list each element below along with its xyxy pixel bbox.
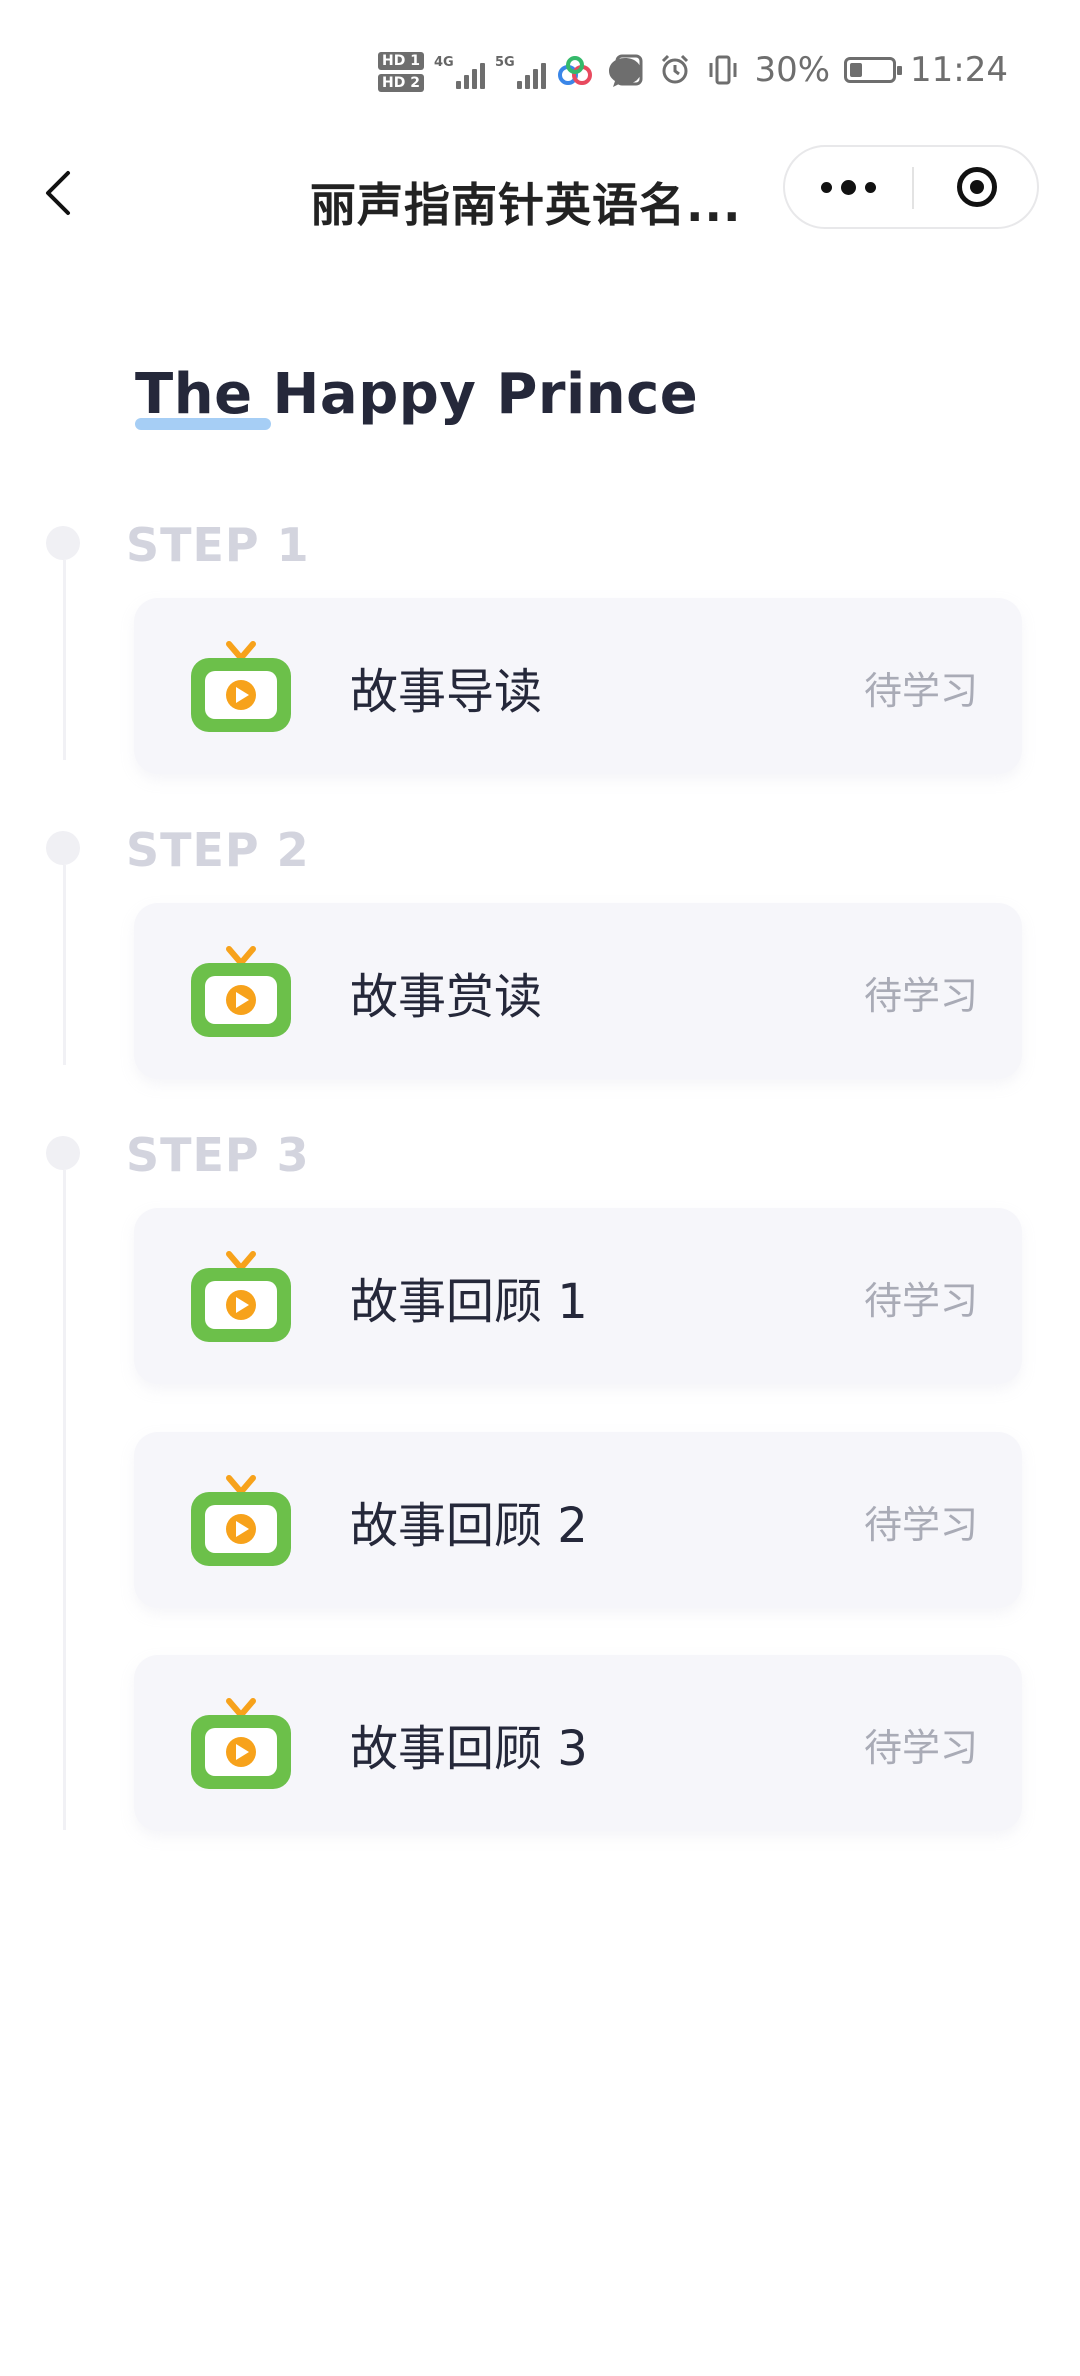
lesson-status: 待学习 — [863, 1503, 978, 1547]
signal-4g-icon: 4G — [434, 55, 485, 89]
back-chevron-icon — [46, 171, 70, 215]
close-button[interactable] — [915, 147, 1039, 227]
mini-program-capsule — [783, 145, 1039, 229]
vibrate-icon — [709, 55, 737, 85]
lesson-title: 故事回顾 2 — [350, 1498, 588, 1554]
lesson-title: 故事赏读 — [350, 969, 543, 1025]
status-left-icons: HD 1 HD 2 4G 5G — [378, 52, 644, 92]
lesson-title: 故事回顾 3 — [350, 1721, 588, 1777]
more-button[interactable] — [785, 147, 911, 227]
video-tv-icon — [191, 1698, 291, 1789]
lesson-card[interactable]: 故事赏读 待学习 — [134, 903, 1022, 1079]
capsule-divider — [912, 167, 914, 209]
lesson-card[interactable]: 故事回顾 3 待学习 — [134, 1655, 1022, 1831]
network-5g-label: 5G — [494, 55, 515, 70]
step-label: STEP 3 — [126, 1128, 310, 1182]
alarm-icon — [662, 54, 689, 84]
network-4g-label: 4G — [433, 55, 454, 70]
back-button[interactable] — [30, 163, 90, 223]
battery-icon — [844, 57, 903, 83]
app-cloud-icon — [557, 56, 592, 85]
close-target-icon — [957, 167, 997, 207]
nfc-icon — [615, 54, 643, 86]
nav-bar: 丽声指南针英语名... — [0, 145, 1080, 245]
timeline-line — [63, 560, 66, 760]
lesson-status: 待学习 — [863, 669, 978, 713]
hd2-badge: HD 2 — [378, 74, 424, 92]
battery-fill — [850, 63, 863, 77]
battery-percent: 30% — [754, 50, 831, 90]
lesson-card[interactable]: 故事导读 待学习 — [134, 598, 1022, 774]
timeline-dot — [46, 1136, 80, 1170]
page-title: 丽声指南针英语名... — [310, 178, 742, 232]
lesson-title: 故事回顾 1 — [350, 1274, 588, 1330]
title-underline — [135, 418, 271, 430]
lesson-status: 待学习 — [863, 974, 978, 1018]
clock: 11:24 — [910, 50, 1008, 90]
sim-hd-badges: HD 1 HD 2 — [378, 52, 424, 92]
lesson-title: 故事导读 — [350, 664, 543, 720]
more-dots-icon — [820, 181, 832, 193]
signal-5g-icon: 5G — [495, 55, 546, 89]
lesson-card[interactable]: 故事回顾 1 待学习 — [134, 1208, 1022, 1384]
video-tv-icon — [191, 1251, 291, 1342]
timeline-dot — [46, 526, 80, 560]
lesson-status: 待学习 — [863, 1726, 978, 1770]
step-label: STEP 1 — [126, 518, 310, 572]
lesson-card[interactable]: 故事回顾 2 待学习 — [134, 1432, 1022, 1608]
timeline-line — [63, 865, 66, 1065]
hd1-badge: HD 1 — [378, 52, 424, 70]
video-tv-icon — [191, 946, 291, 1037]
video-tv-icon — [191, 1475, 291, 1566]
status-right-icons: 30% 11:24 — [614, 50, 1008, 90]
video-tv-icon — [191, 641, 291, 732]
timeline-line — [63, 1170, 66, 1830]
lesson-status: 待学习 — [863, 1279, 978, 1323]
step-label: STEP 2 — [126, 823, 310, 877]
timeline-dot — [46, 831, 80, 865]
status-bar: HD 1 HD 2 4G 5G 30% 11:24 — [0, 0, 1080, 150]
